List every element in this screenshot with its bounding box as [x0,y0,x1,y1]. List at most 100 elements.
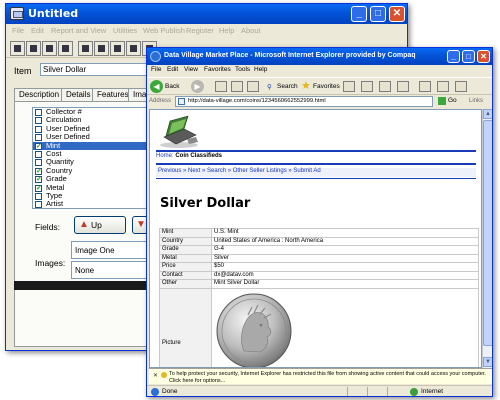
up-icon[interactable] [42,41,57,56]
browser-title-bar[interactable]: Data Village Market Place - Microsoft In… [147,48,492,65]
detail-value: United States of America : North America [211,236,479,246]
nav-home-link[interactable]: Home: [156,153,174,159]
search-icon[interactable]: ⚲ [267,83,272,91]
menu-help[interactable]: Help [254,66,267,73]
app-icon [10,7,24,20]
table-row: Mint U.S. Mint [159,228,479,238]
listing-navigation[interactable]: Previous » Next » Search » Other Seller … [156,168,476,177]
scroll-down-icon[interactable]: ▼ [483,357,492,367]
checkbox[interactable] [35,109,42,116]
first-record-icon[interactable] [10,41,25,56]
forward-icon[interactable]: ▶ [191,80,204,93]
maximize-button[interactable]: □ [370,6,386,22]
checkbox[interactable] [35,192,42,200]
edit-page-icon[interactable] [397,81,409,92]
address-input[interactable]: http://data-village.com/coins/1234560662… [175,96,433,107]
detail-key: Metal [159,253,212,263]
site-nav: Home: Coin Classifieds [156,153,476,162]
favorites-star-icon[interactable]: ★ [301,80,311,92]
go-button[interactable]: Go [438,96,462,107]
bookmark-icon[interactable] [58,41,73,56]
detail-value[interactable]: dx@datav.com [211,270,479,280]
tab-details[interactable]: Details [61,88,96,101]
history-icon[interactable] [343,81,355,92]
detail-value: Mint Silver Dollar [211,279,479,289]
infobar-close-icon[interactable]: ✕ [153,373,158,380]
page-status-icon [151,388,159,396]
checkbox-checked[interactable]: ✓ [35,184,42,192]
detail-value: G-4 [211,245,479,255]
sort-icon[interactable] [126,41,141,56]
minimize-button[interactable]: _ [351,6,367,22]
browser-window: Data Village Market Place - Microsoft In… [146,47,493,397]
detail-key: Mint [159,228,212,238]
checkbox-checked[interactable]: ✓ [35,142,42,150]
status-divider [347,387,348,396]
edit-icon[interactable] [94,41,109,56]
menu-web-publish[interactable]: Web Publish [143,26,185,35]
menu-file[interactable]: File [12,26,24,35]
back-icon[interactable]: ◀ [150,80,163,93]
next-record-icon[interactable] [26,41,41,56]
menu-file[interactable]: File [151,66,161,73]
zone-text: Internet [421,388,444,395]
print-icon[interactable] [379,81,391,92]
home-icon[interactable] [247,81,259,92]
menu-about[interactable]: About [241,26,261,35]
search-label[interactable]: Search [277,83,298,90]
checkbox[interactable] [35,134,42,142]
fields-label: Fields: [35,222,61,232]
detail-value: $50 [211,262,479,272]
checkbox[interactable] [35,150,42,158]
refresh-icon[interactable] [231,81,243,92]
menu-help[interactable]: Help [219,26,234,35]
links-button[interactable]: Links [469,98,483,104]
checkbox[interactable] [35,125,42,133]
vertical-scrollbar[interactable]: ▲ ▼ [482,109,492,368]
secondary-image-select[interactable]: None [71,261,156,279]
checkbox[interactable] [35,201,42,208]
browser-close-button[interactable]: ✕ [477,50,490,63]
security-infobar[interactable]: ✕ To help protect your security, Interne… [149,368,492,384]
scroll-up-icon[interactable]: ▲ [483,109,492,119]
checkbox[interactable] [35,117,42,125]
mail-icon[interactable] [361,81,373,92]
tab-description[interactable]: Description [14,88,65,101]
browser-maximize-button[interactable]: □ [462,50,475,63]
folder-icon[interactable] [419,81,431,92]
fields-list[interactable]: Collector # Circulation User Defined Use… [32,107,150,209]
up-button[interactable]: ▲ Up [74,216,126,234]
table-row: Country United States of America : North … [159,236,479,246]
menu-edit[interactable]: Edit [167,66,178,73]
title-bar[interactable]: Untitled _ □ ✕ [6,4,407,24]
images-label: Images: [35,258,66,268]
list-icon[interactable] [110,41,125,56]
field-row-artist[interactable]: Artist [33,200,149,208]
menu-report-and-view[interactable]: Report and View [51,26,106,35]
browser-minimize-button[interactable]: _ [447,50,460,63]
checkbox-checked[interactable]: ✓ [35,176,42,184]
listing-details-table: Mint U.S. Mint Country United States of Am… [159,228,479,367]
messenger-icon[interactable] [437,81,449,92]
nav-section-link[interactable]: Coin Classifieds [175,153,222,159]
menu-utilities[interactable]: Utilities [113,26,137,35]
menu-edit[interactable]: Edit [31,26,44,35]
scroll-thumb[interactable] [483,120,492,346]
up-button-label: Up [91,220,102,230]
arrow-down-icon: ▼ [136,219,146,230]
stop-icon[interactable] [215,81,227,92]
checkbox[interactable] [35,159,42,167]
back-label[interactable]: Back [165,83,179,90]
favorites-label[interactable]: Favorites [313,83,340,90]
checkbox-checked[interactable]: ✓ [35,167,42,175]
menu-favorites[interactable]: Favorites [204,66,231,73]
menu-tools[interactable]: Tools [235,66,250,73]
status-text: Done [162,388,178,395]
close-button[interactable]: ✕ [389,6,405,22]
menu-register[interactable]: Register [186,26,214,35]
menu-view[interactable]: View [184,66,198,73]
research-icon[interactable] [455,81,467,92]
table-row: Price $50 [159,262,479,272]
image-select[interactable]: Image One [71,241,156,259]
binoculars-icon[interactable] [78,41,93,56]
